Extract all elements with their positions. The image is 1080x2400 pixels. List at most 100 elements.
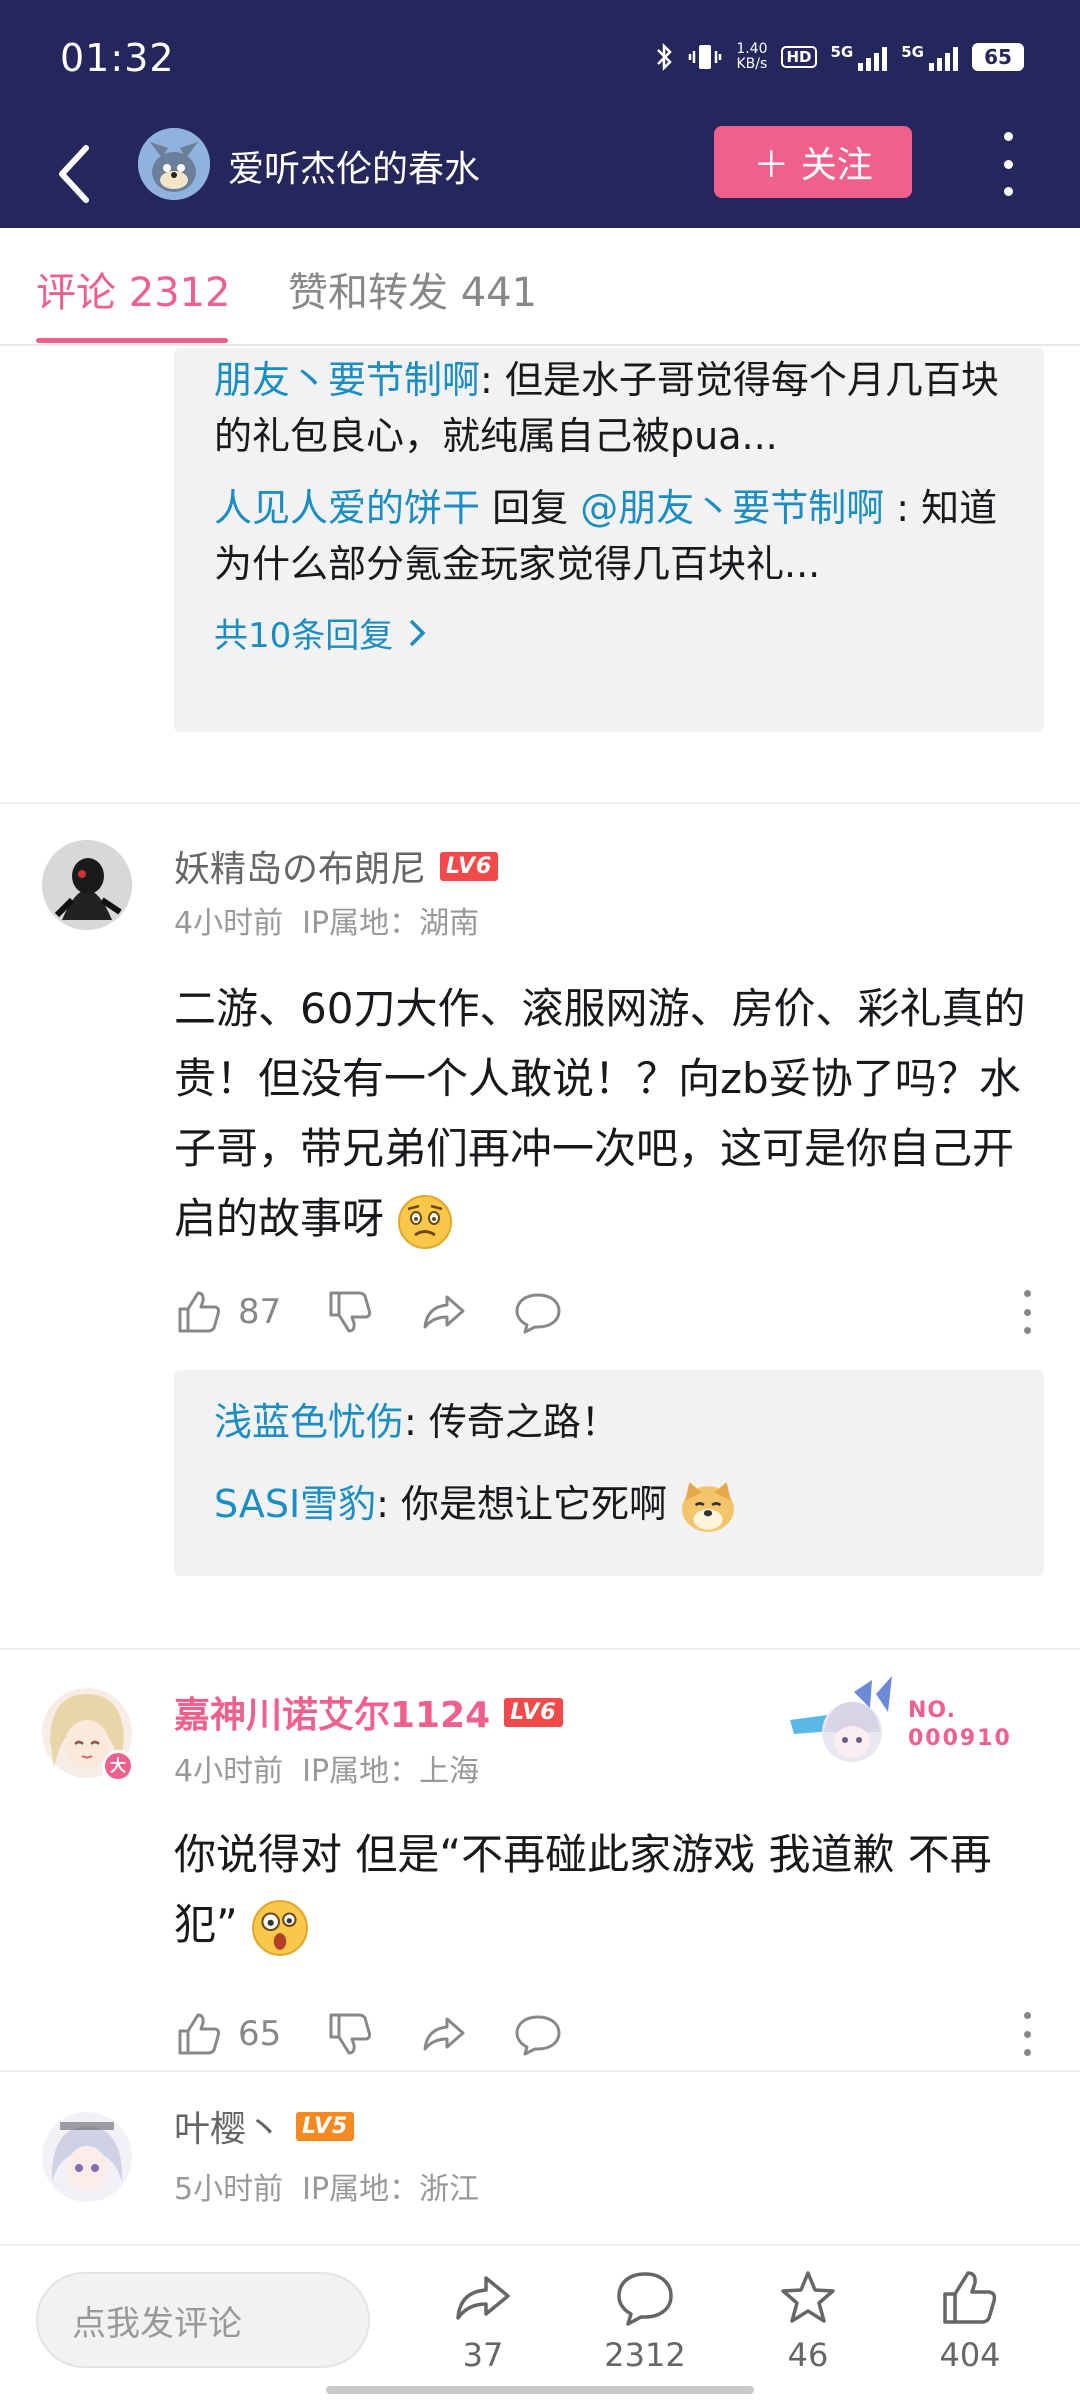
comment-actions: 65 [174, 2004, 1034, 2064]
comment-item: 叶樱丶 LV5 5小时前 IP属地：浙江 [0, 2072, 1080, 2242]
share-arrow-icon [423, 1295, 465, 1329]
reply-preview-box[interactable]: 朋友丶要节制啊: 但是水子哥觉得每个月几百块的礼包良心，就纯属自己被pua...… [174, 348, 1044, 732]
reply-mention[interactable]: @朋友丶要节制啊 [580, 486, 884, 530]
reply-username[interactable]: SASI雪豹 [214, 1482, 376, 1526]
username-text: 嘉神川诺艾尔1124 [174, 1695, 491, 1736]
bottom-share-button[interactable]: 37 [423, 2268, 543, 2374]
fan-badge[interactable]: NO. 000910 [780, 1672, 1010, 1772]
comment-text: 二游、60刀大作、滚服网游、房价、彩礼真的贵！但没有一个人敢说！？向zb妥协了吗… [174, 974, 1044, 1254]
dislike-button[interactable] [325, 1287, 375, 1337]
comment-text: 你说得对 但是“不再碰此家游戏 我道歉 不再犯” [174, 1820, 1044, 1960]
share-button[interactable] [419, 1287, 469, 1337]
comment-bubble-icon [617, 2272, 673, 2326]
comment-time: 4小时前 [174, 906, 284, 941]
follow-button[interactable]: ＋ 关注 [714, 126, 912, 198]
comment-username[interactable]: 妖精岛の布朗尼 LV6 [174, 840, 499, 892]
reply-item[interactable]: 浅蓝色忧伤: 传奇之路！ [214, 1392, 1004, 1452]
status-icons: 1.40 KB/s HD 5G 5G 65 [654, 42, 1024, 72]
bottom-comment-button[interactable]: 2312 [585, 2268, 705, 2374]
badge-no-label: NO. [908, 1698, 956, 1723]
net-speed: 1.40 KB/s [736, 41, 768, 72]
reply-button[interactable] [513, 2009, 563, 2059]
reply-item[interactable]: 朋友丶要节制啊: 但是水子哥觉得每个月几百块的礼包良心，就纯属自己被pua... [214, 352, 1004, 464]
comment-actions: 87 [174, 1282, 1034, 1342]
battery-icon: 65 [972, 43, 1024, 71]
author-name[interactable]: 爱听杰伦的春水 [228, 140, 480, 192]
share-button[interactable] [419, 2009, 469, 2059]
surprised-emoji-icon [252, 1899, 309, 1956]
user-avatar[interactable] [42, 840, 132, 930]
comment-tabs: 评论 2312 赞和转发 441 [0, 228, 1080, 346]
comment-input[interactable]: 点我发评论 [36, 2272, 370, 2368]
comment-username[interactable]: 叶樱丶 LV5 [174, 2100, 355, 2152]
star-icon [781, 2271, 835, 2323]
thumbs-up-icon [943, 2271, 997, 2324]
share-arrow-icon [423, 2017, 465, 2051]
bottom-favorite-button[interactable]: 46 [748, 2268, 868, 2374]
reply-username[interactable]: 浅蓝色忧伤 [214, 1400, 404, 1444]
comment-item: 大 嘉神川诺艾尔1124 LV6 4小时前 IP属地：上海 NO. 000910… [0, 1650, 1080, 2070]
like-button[interactable]: 65 [174, 2009, 281, 2059]
comment-time: 5小时前 [174, 2172, 284, 2207]
hd-icon: HD [781, 46, 817, 68]
like-button[interactable]: 87 [174, 1287, 281, 1337]
bluetooth-icon [657, 42, 673, 72]
user-avatar[interactable]: 大 [42, 1688, 134, 1782]
tab-likes-reposts[interactable]: 赞和转发 441 [288, 260, 537, 318]
signal-icon-2: 5G [901, 43, 958, 71]
share-arrow-icon [456, 2276, 510, 2320]
back-arrow-icon[interactable] [48, 134, 108, 214]
reply-item[interactable]: 人见人爱的饼干 回复 @朋友丶要节制啊 : 知道为什么部分氪金玩家觉得几百块礼.… [214, 480, 1004, 592]
reply-button[interactable] [513, 1287, 563, 1337]
worried-emoji-icon [398, 1194, 453, 1249]
thumbs-down-icon [329, 1291, 372, 1333]
username-text: 妖精岛の布朗尼 [174, 849, 427, 890]
more-vertical-icon[interactable] [996, 132, 1020, 196]
tab-indicator [36, 338, 228, 343]
user-avatar[interactable] [42, 2112, 132, 2202]
reply-username[interactable]: 人见人爱的饼干 [214, 486, 480, 530]
comment-ip: IP属地：上海 [302, 1754, 480, 1789]
bottom-action-bar: 点我发评论 37 2312 46 404 [0, 2244, 1080, 2400]
reply-preview-box[interactable]: 浅蓝色忧伤: 传奇之路！ SASI雪豹: 你是想让它死啊 [174, 1370, 1044, 1576]
nav-row: 爱听杰伦的春水 ＋ 关注 [0, 120, 1080, 228]
level-badge: LV6 [440, 851, 499, 881]
reply-word: 回复 [480, 486, 581, 530]
comment-bubble-icon [515, 2015, 561, 2056]
comment-more-icon[interactable] [1020, 2012, 1034, 2056]
comment-meta: 5小时前 IP属地：浙江 [174, 2164, 479, 2208]
view-more-label: 共10条回复 [214, 616, 394, 656]
app-header: 01:32 1.40 KB/s HD 5G 5G 65 爱听杰伦的春水 ＋ 关注 [0, 0, 1080, 228]
reply-text: : 你是想让它死啊 [376, 1482, 668, 1526]
status-time: 01:32 [60, 36, 175, 80]
badge-number: 000910 [908, 1726, 1012, 1751]
thumbs-up-icon [178, 1291, 221, 1333]
comment-more-icon[interactable] [1020, 1290, 1034, 1334]
comment-body: 二游、60刀大作、滚服网游、房价、彩礼真的贵！但没有一个人敢说！？向zb妥协了吗… [174, 984, 1026, 1243]
chevron-right-icon [410, 619, 426, 646]
vibrate-icon [689, 45, 722, 69]
reply-item[interactable]: SASI雪豹: 你是想让它死啊 [214, 1474, 1004, 1536]
comment-username[interactable]: 嘉神川诺艾尔1124 LV6 [174, 1686, 563, 1738]
comment-ip: IP属地：浙江 [302, 2172, 480, 2207]
doge-emoji-icon [682, 1481, 735, 1532]
vip-badge: 大 [102, 1750, 134, 1782]
comment-meta: 4小时前 IP属地：湖南 [174, 898, 479, 942]
like-count: 87 [238, 1292, 282, 1332]
level-badge: LV5 [296, 2111, 355, 2141]
dislike-button[interactable] [325, 2009, 375, 2059]
comment-time: 4小时前 [174, 1754, 284, 1789]
status-bar: 01:32 1.40 KB/s HD 5G 5G 65 [0, 0, 1080, 120]
bottom-like-button[interactable]: 404 [910, 2268, 1030, 2374]
like-count: 65 [238, 2014, 282, 2054]
home-indicator[interactable] [326, 2386, 754, 2394]
comment-item: 妖精岛の布朗尼 LV6 4小时前 IP属地：湖南 二游、60刀大作、滚服网游、房… [0, 804, 1080, 1644]
reply-username[interactable]: 朋友丶要节制啊 [214, 358, 480, 402]
author-avatar[interactable] [138, 128, 210, 200]
reply-text: : 传奇之路！ [404, 1400, 619, 1444]
view-more-replies[interactable]: 共10条回复 [214, 608, 1004, 657]
comment-bubble-icon [515, 1293, 561, 1334]
comment-ip: IP属地：湖南 [302, 906, 480, 941]
level-badge: LV6 [504, 1697, 563, 1727]
tab-comments[interactable]: 评论 2312 [36, 260, 231, 318]
